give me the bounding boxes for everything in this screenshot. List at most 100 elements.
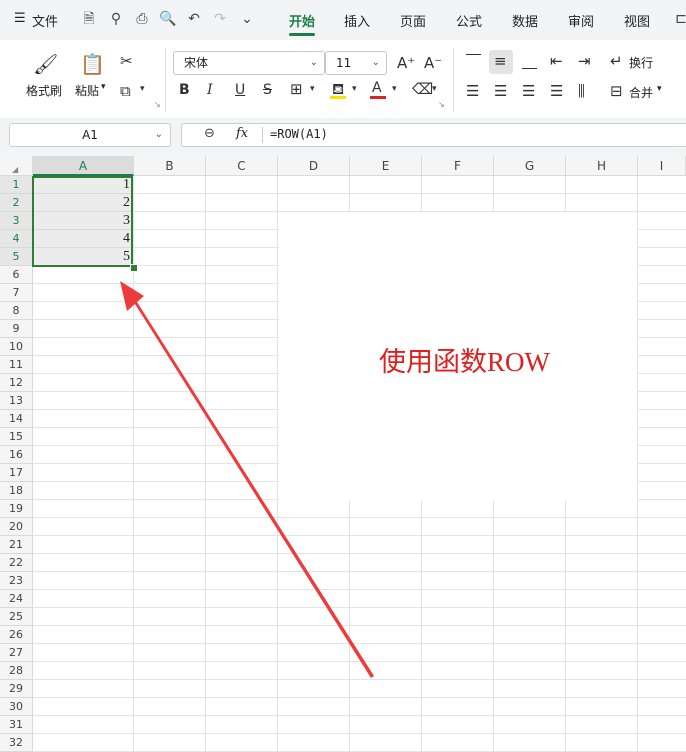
row-header[interactable]: 4 bbox=[0, 230, 33, 248]
format-painter-icon[interactable]: 🖌 bbox=[33, 52, 58, 76]
select-all-corner[interactable]: ◢ bbox=[0, 156, 33, 176]
clear-dropdown-icon[interactable]: ▾ bbox=[432, 84, 437, 94]
row-header[interactable]: 24 bbox=[0, 590, 33, 608]
tab-5[interactable]: 审阅 bbox=[568, 11, 594, 30]
row-header[interactable]: 22 bbox=[0, 554, 33, 572]
strikethrough-button[interactable]: S bbox=[263, 82, 272, 98]
more-chevron-icon[interactable]: ⌄ bbox=[238, 10, 256, 28]
row-header[interactable]: 3 bbox=[0, 212, 33, 230]
collapse-icon[interactable]: ⊏ bbox=[672, 10, 686, 28]
tab-1[interactable]: 插入 bbox=[344, 11, 370, 30]
row-header[interactable]: 2 bbox=[0, 194, 33, 212]
decrease-font-icon[interactable]: A⁻ bbox=[424, 54, 442, 72]
row-header[interactable]: 11 bbox=[0, 356, 33, 374]
tab-6[interactable]: 视图 bbox=[624, 11, 650, 30]
align-center-icon[interactable]: ☰ bbox=[494, 82, 507, 100]
hamburger-icon[interactable]: ☰ bbox=[14, 11, 26, 26]
font-name-select[interactable]: 宋体 ⌄ bbox=[173, 51, 325, 75]
name-box[interactable]: A1 ⌄ bbox=[9, 123, 171, 147]
indent-increase-icon[interactable]: ⇥ bbox=[578, 52, 591, 70]
fill-dropdown-icon[interactable]: ▾ bbox=[352, 84, 357, 94]
align-top-icon[interactable]: ⎺ bbox=[466, 52, 481, 70]
row-header[interactable]: 1 bbox=[0, 176, 33, 194]
column-header[interactable]: G bbox=[494, 156, 566, 176]
annotation-textbox[interactable]: 使用函数ROW bbox=[279, 212, 637, 500]
row-header[interactable]: 28 bbox=[0, 662, 33, 680]
row-header[interactable]: 31 bbox=[0, 716, 33, 734]
save-icon[interactable]: 🗎 bbox=[80, 10, 98, 28]
undo-icon[interactable]: ↶ bbox=[185, 10, 203, 28]
row-header[interactable]: 16 bbox=[0, 446, 33, 464]
cell-a2[interactable]: 2 bbox=[34, 194, 130, 212]
font-size-select[interactable]: 11 ⌄ bbox=[325, 51, 387, 75]
formula-input[interactable]: ⊖ fx =ROW(A1) bbox=[181, 123, 686, 147]
paste-dropdown-icon[interactable]: ▾ bbox=[101, 82, 106, 92]
paste-button[interactable]: 粘贴 bbox=[75, 82, 99, 99]
row-header[interactable]: 19 bbox=[0, 500, 33, 518]
font-color-icon[interactable]: A bbox=[372, 80, 382, 96]
row-header[interactable]: 14 bbox=[0, 410, 33, 428]
column-header[interactable]: I bbox=[638, 156, 686, 176]
column-header[interactable]: A bbox=[33, 156, 134, 176]
font-color-dropdown-icon[interactable]: ▾ bbox=[392, 84, 397, 94]
row-header[interactable]: 20 bbox=[0, 518, 33, 536]
row-header[interactable]: 30 bbox=[0, 698, 33, 716]
row-header[interactable]: 21 bbox=[0, 536, 33, 554]
share-icon[interactable]: ⚲ bbox=[107, 10, 125, 28]
column-header[interactable]: B bbox=[134, 156, 206, 176]
increase-font-icon[interactable]: A⁺ bbox=[397, 54, 415, 72]
tab-2[interactable]: 页面 bbox=[400, 11, 426, 30]
copy-icon[interactable]: ⧉ bbox=[120, 82, 131, 100]
fill-handle[interactable] bbox=[130, 264, 138, 272]
underline-button[interactable]: U bbox=[235, 82, 245, 98]
wrap-text-button[interactable]: 换行 bbox=[629, 54, 653, 71]
row-header[interactable]: 27 bbox=[0, 644, 33, 662]
merge-icon[interactable]: ⊟ bbox=[610, 82, 623, 100]
row-header[interactable]: 12 bbox=[0, 374, 33, 392]
copy-dropdown-icon[interactable]: ▾ bbox=[140, 84, 145, 94]
zoom-icon[interactable]: ⊖ bbox=[204, 126, 215, 141]
align-right-icon[interactable]: ☰ bbox=[522, 82, 535, 100]
file-menu[interactable]: 文件 bbox=[32, 11, 58, 30]
distributed-icon[interactable]: ⫼ bbox=[578, 82, 585, 100]
cut-icon[interactable]: ✂ bbox=[120, 52, 133, 70]
row-header[interactable]: 8 bbox=[0, 302, 33, 320]
indent-decrease-icon[interactable]: ⇤ bbox=[550, 52, 563, 70]
font-dialog-launcher-icon[interactable]: ↘ bbox=[438, 100, 445, 109]
merge-dropdown-icon[interactable]: ▾ bbox=[657, 84, 662, 94]
cell-a5[interactable]: 5 bbox=[34, 248, 130, 266]
row-header[interactable]: 6 bbox=[0, 266, 33, 284]
row-header[interactable]: 18 bbox=[0, 482, 33, 500]
paste-icon[interactable]: 📋 bbox=[80, 52, 105, 76]
column-header[interactable]: H bbox=[566, 156, 638, 176]
clear-format-icon[interactable]: ⌫ bbox=[412, 80, 433, 98]
row-header[interactable]: 10 bbox=[0, 338, 33, 356]
row-header[interactable]: 17 bbox=[0, 464, 33, 482]
bold-button[interactable]: B bbox=[179, 82, 190, 98]
align-bottom-icon[interactable]: ⎽ bbox=[522, 52, 537, 70]
row-header[interactable]: 5 bbox=[0, 248, 33, 266]
cell-a3[interactable]: 3 bbox=[34, 212, 130, 230]
borders-dropdown-icon[interactable]: ▾ bbox=[310, 84, 315, 94]
cell-a4[interactable]: 4 bbox=[34, 230, 130, 248]
cell-a1[interactable]: 1 bbox=[34, 176, 130, 194]
row-header[interactable]: 32 bbox=[0, 734, 33, 752]
row-header[interactable]: 25 bbox=[0, 608, 33, 626]
row-header[interactable]: 15 bbox=[0, 428, 33, 446]
column-header[interactable]: E bbox=[350, 156, 422, 176]
print-preview-icon[interactable]: 🔍 bbox=[159, 10, 177, 28]
column-header[interactable]: D bbox=[278, 156, 350, 176]
tab-3[interactable]: 公式 bbox=[456, 11, 482, 30]
merge-button[interactable]: 合并 bbox=[629, 84, 653, 101]
align-middle-icon[interactable]: ≡ bbox=[494, 52, 507, 70]
format-painter-button[interactable]: 格式刷 bbox=[26, 82, 62, 99]
print-icon[interactable]: ⎙ bbox=[133, 10, 151, 28]
row-header[interactable]: 13 bbox=[0, 392, 33, 410]
redo-icon[interactable]: ↷ bbox=[211, 10, 229, 28]
justify-icon[interactable]: ☰ bbox=[550, 82, 563, 100]
align-left-icon[interactable]: ☰ bbox=[466, 82, 479, 100]
borders-icon[interactable]: ⊞ bbox=[290, 80, 303, 98]
column-header[interactable]: C bbox=[206, 156, 278, 176]
tab-4[interactable]: 数据 bbox=[512, 11, 538, 30]
row-header[interactable]: 9 bbox=[0, 320, 33, 338]
